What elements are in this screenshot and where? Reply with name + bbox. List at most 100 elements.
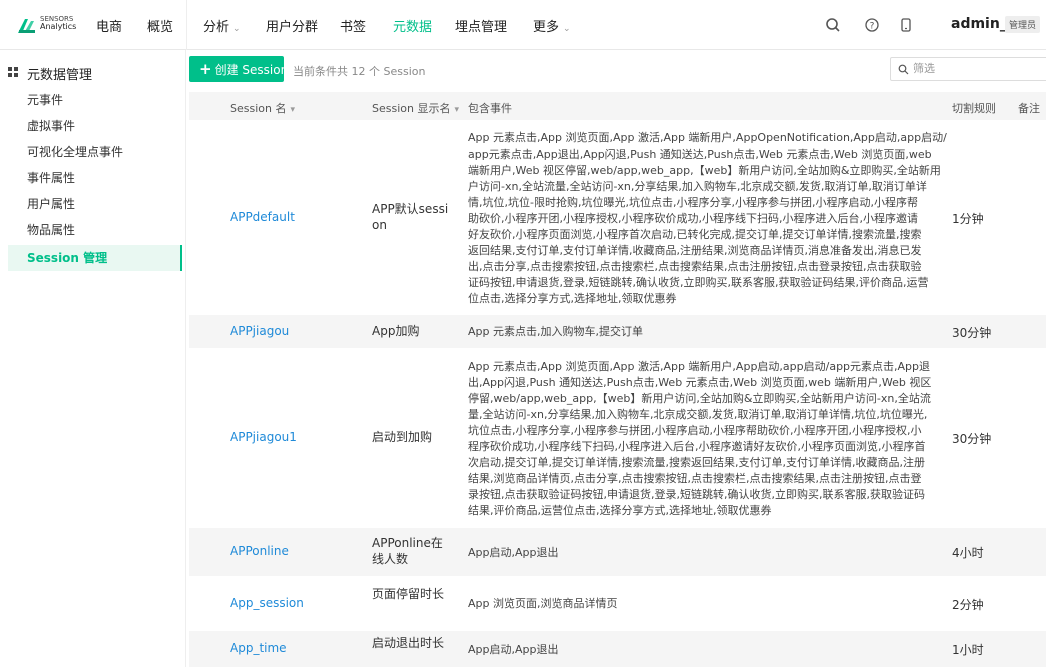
session-events: App 元素点击,App 浏览页面,App 激活,App 端新用户,App启动,… [468, 359, 932, 520]
sidebar-item-label: 可视化全埋点事件 [27, 145, 124, 159]
table-row: App_time 启动退出时长 App启动,App退出 1小时 [189, 631, 1046, 667]
session-events: App启动,App退出 [468, 642, 930, 658]
table-row: APPjiagou1 启动到加购 App 元素点击,App 浏览页面,App 激活,… [189, 348, 1046, 528]
plus-icon: + [199, 60, 212, 78]
sidebar-item-visual-tracking-events[interactable]: 可视化全埋点事件 [8, 139, 182, 165]
event-line: 好友砍价,小程序页面浏览,小程序首次启动,已转化完成,提交订单,提交订单详情,搜… [468, 228, 922, 241]
nav-label: 书签 [340, 20, 367, 35]
mobile-icon[interactable] [896, 15, 916, 35]
session-name-link[interactable]: App_session [230, 596, 304, 610]
sidebar-item-label: 物品属性 [27, 223, 76, 237]
session-events: App 元素点击,加入购物车,提交订单 [468, 324, 930, 340]
create-session-label: 创建 Session [214, 63, 289, 77]
event-line: App 元素点击,App 浏览页面,App 激活,App 端新用户,App启动,… [468, 359, 931, 373]
sidebar-item-meta-events[interactable]: 元事件 [8, 87, 182, 113]
nav-analysis[interactable]: 分析 ⌄ [203, 16, 241, 35]
session-name-link[interactable]: APPjiagou [230, 324, 289, 338]
column-header-rule: 切割规则 [952, 102, 996, 115]
sidebar-item-session-management[interactable]: Session 管理 [8, 245, 182, 271]
event-line: App 元素点击,加入购物车,提交订单 [468, 325, 643, 339]
event-line: App启动,App退出 [468, 642, 559, 656]
display-name-line: on [372, 218, 387, 232]
event-line: App 元素点击,App 浏览页面,App 激活,App 端新用户,AppOpe… [468, 131, 947, 145]
display-name-line: APPonline在 [372, 536, 443, 550]
display-name-line: 启动退出时长 [372, 636, 445, 650]
event-line: 户访问-xn,全站流量,全站访问-xn,分享结果,加入购物车,北京成交额,发货,… [468, 179, 927, 193]
logo-mark-icon [18, 19, 35, 33]
sidebar-item-label: 虚拟事件 [27, 119, 76, 133]
session-name-link[interactable]: App_time [230, 641, 287, 655]
chevron-down-icon: ⌄ [563, 24, 571, 34]
filter-placeholder: 筛选 [913, 62, 935, 75]
session-display-name: App加购 [372, 323, 452, 339]
svg-text:?: ? [870, 22, 875, 32]
display-name-line: App加购 [372, 323, 420, 338]
session-name-link[interactable]: APPdefault [230, 210, 295, 224]
display-name-line: 启动到加购 [372, 430, 433, 444]
sidebar-item-virtual-events[interactable]: 虚拟事件 [8, 113, 182, 139]
search-icon [898, 64, 909, 75]
session-split-rule: 30分钟 [952, 432, 992, 446]
event-line: 程序砍价成功,小程序线下扫码,小程序进入后台,小程序邀请好友砍价,小程序页面浏览… [468, 439, 926, 453]
event-line: app元素点击,App退出,App闪退,Push 通知送达,Push点击,Web… [468, 147, 932, 161]
display-name-line: 线人数 [372, 552, 409, 566]
event-line: App启动,App退出 [468, 545, 559, 559]
search-icon[interactable] [823, 15, 843, 35]
nav-metadata[interactable]: 元数据 [393, 16, 432, 35]
table-row: APPonline APPonline在 线人数 App启动,App退出 4小时 [189, 528, 1046, 576]
role-badge: 管理员 [1005, 16, 1041, 33]
event-line: 助砍价,小程序开团,小程序授权,小程序砍价成功,小程序线下扫码,小程序进入后台,… [468, 211, 918, 225]
sort-caret-icon: ▾ [290, 105, 295, 115]
column-header-events: 包含事件 [468, 102, 512, 115]
session-display-name: APP默认sessi on [372, 201, 452, 233]
event-line: 结果,浏览商品详情页,点击分享,点击搜索按钮,点击搜索栏,点击搜索结果,点击注册… [468, 472, 922, 486]
column-header-session-name[interactable]: Session 名 ▾ [230, 100, 295, 116]
sidebar-item-event-properties[interactable]: 事件属性 [8, 165, 182, 191]
session-split-rule: 2分钟 [952, 597, 984, 612]
create-session-button[interactable]: + 创建 Session [189, 56, 288, 82]
chevron-down-icon: ⌄ [233, 24, 241, 34]
brand-text: SENSORS Analytics [40, 15, 76, 31]
nav-tracking-management[interactable]: 埋点管理 [455, 16, 507, 35]
sidebar-item-label: 事件属性 [27, 171, 76, 185]
session-display-name: 启动退出时长 [372, 635, 452, 651]
sidebar: 元数据管理 元事件 虚拟事件 可视化全埋点事件 事件属性 用户属性 物品属性 S… [0, 50, 186, 667]
sensors-analytics-logo[interactable]: SENSORS Analytics [18, 14, 80, 36]
event-line: App 浏览页面,浏览商品详情页 [468, 597, 618, 611]
nav-label: 用户分群 [266, 20, 319, 35]
event-line: 返回结果,支付订单,支付订单详情,收藏商品,注册结果,浏览商品详情页,消息准备发… [468, 244, 922, 258]
event-line: 端新用户,Web 视区停留,web/app,web_app,【web】新用户访问… [468, 163, 941, 177]
session-name-link[interactable]: APPjiagou1 [230, 430, 297, 444]
session-events: App 元素点击,App 浏览页面,App 激活,App 端新用户,AppOpe… [468, 130, 947, 307]
session-display-name: 启动到加购 [372, 429, 452, 445]
sidebar-item-item-properties[interactable]: 物品属性 [8, 217, 182, 243]
sidebar-item-label: Session 管理 [27, 251, 108, 265]
event-line: 录按钮,点击获取验证码按钮,申请退货,登录,短链跳转,确认收货,立即购买,联系客… [468, 488, 925, 502]
help-icon[interactable]: ? [862, 15, 882, 35]
nav-bookmarks[interactable]: 书签 [340, 16, 366, 35]
session-split-rule: 4小时 [952, 546, 984, 560]
event-line: 证码按钮,申请退货,登录,短链跳转,确认收货,立即购买,联系客服,获取验证码结果… [468, 276, 929, 290]
filter-input[interactable]: 筛选 [890, 57, 1046, 81]
event-line: 次启动,提交订单,提交订单详情,搜索流量,搜索返回结果,支付订单,支付订单详情,… [468, 456, 925, 470]
session-split-rule: 1分钟 [952, 212, 984, 226]
nav-label: 电商 [96, 20, 123, 35]
nav-more[interactable]: 更多 ⌄ [533, 16, 571, 35]
nav-label: 埋点管理 [455, 20, 508, 35]
sidebar-item-user-properties[interactable]: 用户属性 [8, 191, 182, 217]
table-header: Session 名 ▾ Session 显示名 ▾ 包含事件 切割规则 备注 [189, 92, 1046, 120]
nav-overview[interactable]: 概览 [147, 16, 173, 35]
nav-user-segments[interactable]: 用户分群 [266, 16, 318, 35]
nav-ecommerce[interactable]: 电商 [96, 16, 122, 35]
column-header-display-name[interactable]: Session 显示名 ▾ [372, 100, 459, 116]
nav-label: 更多 [533, 20, 560, 35]
event-line: 位点击,选择分享方式,选择地址,领取优惠券 [468, 292, 677, 306]
event-line: 出,App闪退,Push 通知送达,Push点击,Web 元素点击,Web 浏览… [468, 375, 932, 389]
sidebar-item-label: 元事件 [27, 93, 64, 107]
session-name-link[interactable]: APPonline [230, 544, 289, 558]
session-display-name: APPonline在 线人数 [372, 535, 452, 567]
display-name-line: 页面停留时长 [372, 586, 445, 601]
nav-divider [186, 0, 187, 50]
column-header-note: 备注 [1018, 102, 1040, 115]
session-events: App启动,App退出 [468, 545, 930, 561]
